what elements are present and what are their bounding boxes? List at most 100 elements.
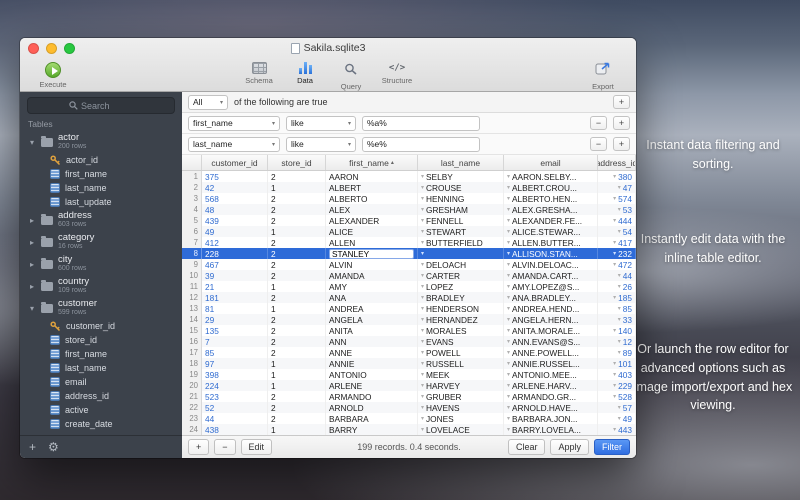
- cell-customer-id[interactable]: 49: [202, 226, 268, 237]
- cell-store-id[interactable]: 2: [268, 270, 326, 281]
- cell-dropdown-icon[interactable]: ▾: [507, 261, 510, 268]
- cell-store-id[interactable]: 1: [268, 303, 326, 314]
- search-input[interactable]: [81, 100, 133, 111]
- cell-dropdown-icon[interactable]: ▾: [613, 261, 616, 268]
- sidebar-item-category[interactable]: ▸ category 16 rows: [20, 231, 182, 253]
- cell-email[interactable]: ▾ ANNIE.RUSSEL...: [504, 358, 598, 369]
- cell-dropdown-icon[interactable]: ▾: [421, 426, 424, 433]
- cell-dropdown-icon[interactable]: ▾: [507, 184, 510, 191]
- tab-data[interactable]: Data: [282, 60, 328, 91]
- table-row[interactable]: 13 81 1 ANDREA ▾ HENDERSON ▾ ANDREA.HEND..…: [182, 303, 636, 314]
- cell-dropdown-icon[interactable]: ▾: [613, 360, 616, 367]
- cell-last-name[interactable]: ▾ MEEK: [418, 369, 504, 380]
- cell-first-name[interactable]: ANN: [326, 336, 418, 347]
- sidebar-item-country[interactable]: ▸ country 109 rows: [20, 275, 182, 297]
- cell-dropdown-icon[interactable]: ▾: [618, 338, 621, 345]
- cell-store-id[interactable]: 2: [268, 314, 326, 325]
- row-number[interactable]: 22: [182, 402, 202, 413]
- cell-dropdown-icon[interactable]: ▾: [507, 371, 510, 378]
- cell-dropdown-icon[interactable]: ▾: [613, 173, 616, 180]
- cell-last-name[interactable]: ▾ HENNING: [418, 193, 504, 204]
- cell-customer-id[interactable]: 398: [202, 369, 268, 380]
- cell-dropdown-icon[interactable]: ▾: [507, 195, 510, 202]
- table-row[interactable]: 5 439 2 ALEXANDER ▾ FENNELL ▾ ALEXANDER.FE…: [182, 215, 636, 226]
- inline-editor-input[interactable]: [329, 248, 414, 259]
- inline-cell-editor[interactable]: [329, 248, 414, 259]
- cell-store-id[interactable]: 2: [268, 204, 326, 215]
- cell-store-id[interactable]: 2: [268, 193, 326, 204]
- row-number[interactable]: 20: [182, 380, 202, 391]
- cell-customer-id[interactable]: 438: [202, 424, 268, 435]
- cell-dropdown-icon[interactable]: ▾: [618, 316, 621, 323]
- zoom-button[interactable]: [64, 43, 75, 54]
- row-number[interactable]: 24: [182, 424, 202, 435]
- table-row[interactable]: 20 224 1 ARLENE ▾ HARVEY ▾ ARLENE.HARV... …: [182, 380, 636, 391]
- cell-first-name[interactable]: ALBERTO: [326, 193, 418, 204]
- cell-last-name[interactable]: ▾ HERNANDEZ: [418, 314, 504, 325]
- row-number[interactable]: 4: [182, 204, 202, 215]
- cell-dropdown-icon[interactable]: ▾: [507, 173, 510, 180]
- cell-first-name[interactable]: BARRY: [326, 424, 418, 435]
- row-number[interactable]: 8: [182, 248, 202, 259]
- column-header-customer_id[interactable]: customer_id: [202, 155, 268, 170]
- row-number[interactable]: 14: [182, 314, 202, 325]
- row-number[interactable]: 17: [182, 347, 202, 358]
- cell-email[interactable]: ▾ ANDREA.HEND...: [504, 303, 598, 314]
- cell-dropdown-icon[interactable]: ▾: [618, 228, 621, 235]
- column-header-last_name[interactable]: last_name: [418, 155, 504, 170]
- cell-last-name[interactable]: ▾ LOPEZ: [418, 281, 504, 292]
- cell-email[interactable]: ▾ ARNOLD.HAVE...: [504, 402, 598, 413]
- row-number[interactable]: 16: [182, 336, 202, 347]
- cell-dropdown-icon[interactable]: ▾: [618, 404, 621, 411]
- cell-last-name[interactable]: ▾ HARVEY: [418, 380, 504, 391]
- cell-customer-id[interactable]: 568: [202, 193, 268, 204]
- cell-store-id[interactable]: 2: [268, 292, 326, 303]
- cell-store-id[interactable]: 1: [268, 182, 326, 193]
- execute-button[interactable]: Execute: [30, 60, 76, 89]
- cell-store-id[interactable]: 1: [268, 424, 326, 435]
- cell-dropdown-icon[interactable]: ▾: [613, 217, 616, 224]
- cell-dropdown-icon[interactable]: ▾: [421, 195, 424, 202]
- cell-last-name[interactable]: ▾ MORALES: [418, 325, 504, 336]
- cell-store-id[interactable]: 2: [268, 347, 326, 358]
- table-row[interactable]: 6 49 1 ALICE ▾ STEWART ▾ ALICE.STEWAR... ▾…: [182, 226, 636, 237]
- cell-last-name[interactable]: ▾ CROUSE: [418, 182, 504, 193]
- cell-email[interactable]: ▾ ALLISON.STAN...: [504, 248, 598, 259]
- row-number[interactable]: 11: [182, 281, 202, 292]
- table-row[interactable]: 16 7 2 ANN ▾ EVANS ▾ ANN.EVANS@S... ▾ 12: [182, 336, 636, 347]
- cell-address-id[interactable]: ▾ 49: [598, 413, 636, 424]
- table-row[interactable]: 22 52 2 ARNOLD ▾ HAVENS ▾ ARNOLD.HAVE... ▾…: [182, 402, 636, 413]
- filter-operator-select-2[interactable]: like ▾: [286, 136, 356, 152]
- cell-address-id[interactable]: ▾ 417: [598, 237, 636, 248]
- cell-dropdown-icon[interactable]: ▾: [507, 316, 510, 323]
- cell-dropdown-icon[interactable]: ▾: [613, 426, 616, 433]
- cell-store-id[interactable]: 2: [268, 237, 326, 248]
- cell-customer-id[interactable]: 412: [202, 237, 268, 248]
- row-number[interactable]: 21: [182, 391, 202, 402]
- row-number[interactable]: 6: [182, 226, 202, 237]
- sidebar-item-city[interactable]: ▸ city 600 rows: [20, 253, 182, 275]
- cell-dropdown-icon[interactable]: ▾: [613, 371, 616, 378]
- cell-dropdown-icon[interactable]: ▾: [613, 294, 616, 301]
- column-header-store_id[interactable]: store_id: [268, 155, 326, 170]
- cell-store-id[interactable]: 2: [268, 402, 326, 413]
- cell-customer-id[interactable]: 224: [202, 380, 268, 391]
- cell-customer-id[interactable]: 7: [202, 336, 268, 347]
- cell-first-name[interactable]: ARMANDO: [326, 391, 418, 402]
- cell-dropdown-icon[interactable]: ▾: [613, 239, 616, 246]
- cell-email[interactable]: ▾ BARRY.LOVELA...: [504, 424, 598, 435]
- table-row[interactable]: 18 97 1 ANNIE ▾ RUSSELL ▾ ANNIE.RUSSEL... …: [182, 358, 636, 369]
- cell-customer-id[interactable]: 523: [202, 391, 268, 402]
- chevron-right-icon[interactable]: ▸: [28, 282, 36, 291]
- table-row[interactable]: 19 398 1 ANTONIO ▾ MEEK ▾ ANTONIO.MEE... ▾…: [182, 369, 636, 380]
- cell-first-name[interactable]: ALVIN: [326, 259, 418, 270]
- cell-address-id[interactable]: ▾ 47: [598, 182, 636, 193]
- cell-dropdown-icon[interactable]: ▾: [507, 360, 510, 367]
- filter-value-input-1[interactable]: [362, 115, 480, 131]
- row-number[interactable]: 15: [182, 325, 202, 336]
- row-number[interactable]: 10: [182, 270, 202, 281]
- row-number[interactable]: 19: [182, 369, 202, 380]
- cell-last-name[interactable]: ▾ BRADLEY: [418, 292, 504, 303]
- cell-dropdown-icon[interactable]: ▾: [507, 393, 510, 400]
- cell-address-id[interactable]: ▾ 101: [598, 358, 636, 369]
